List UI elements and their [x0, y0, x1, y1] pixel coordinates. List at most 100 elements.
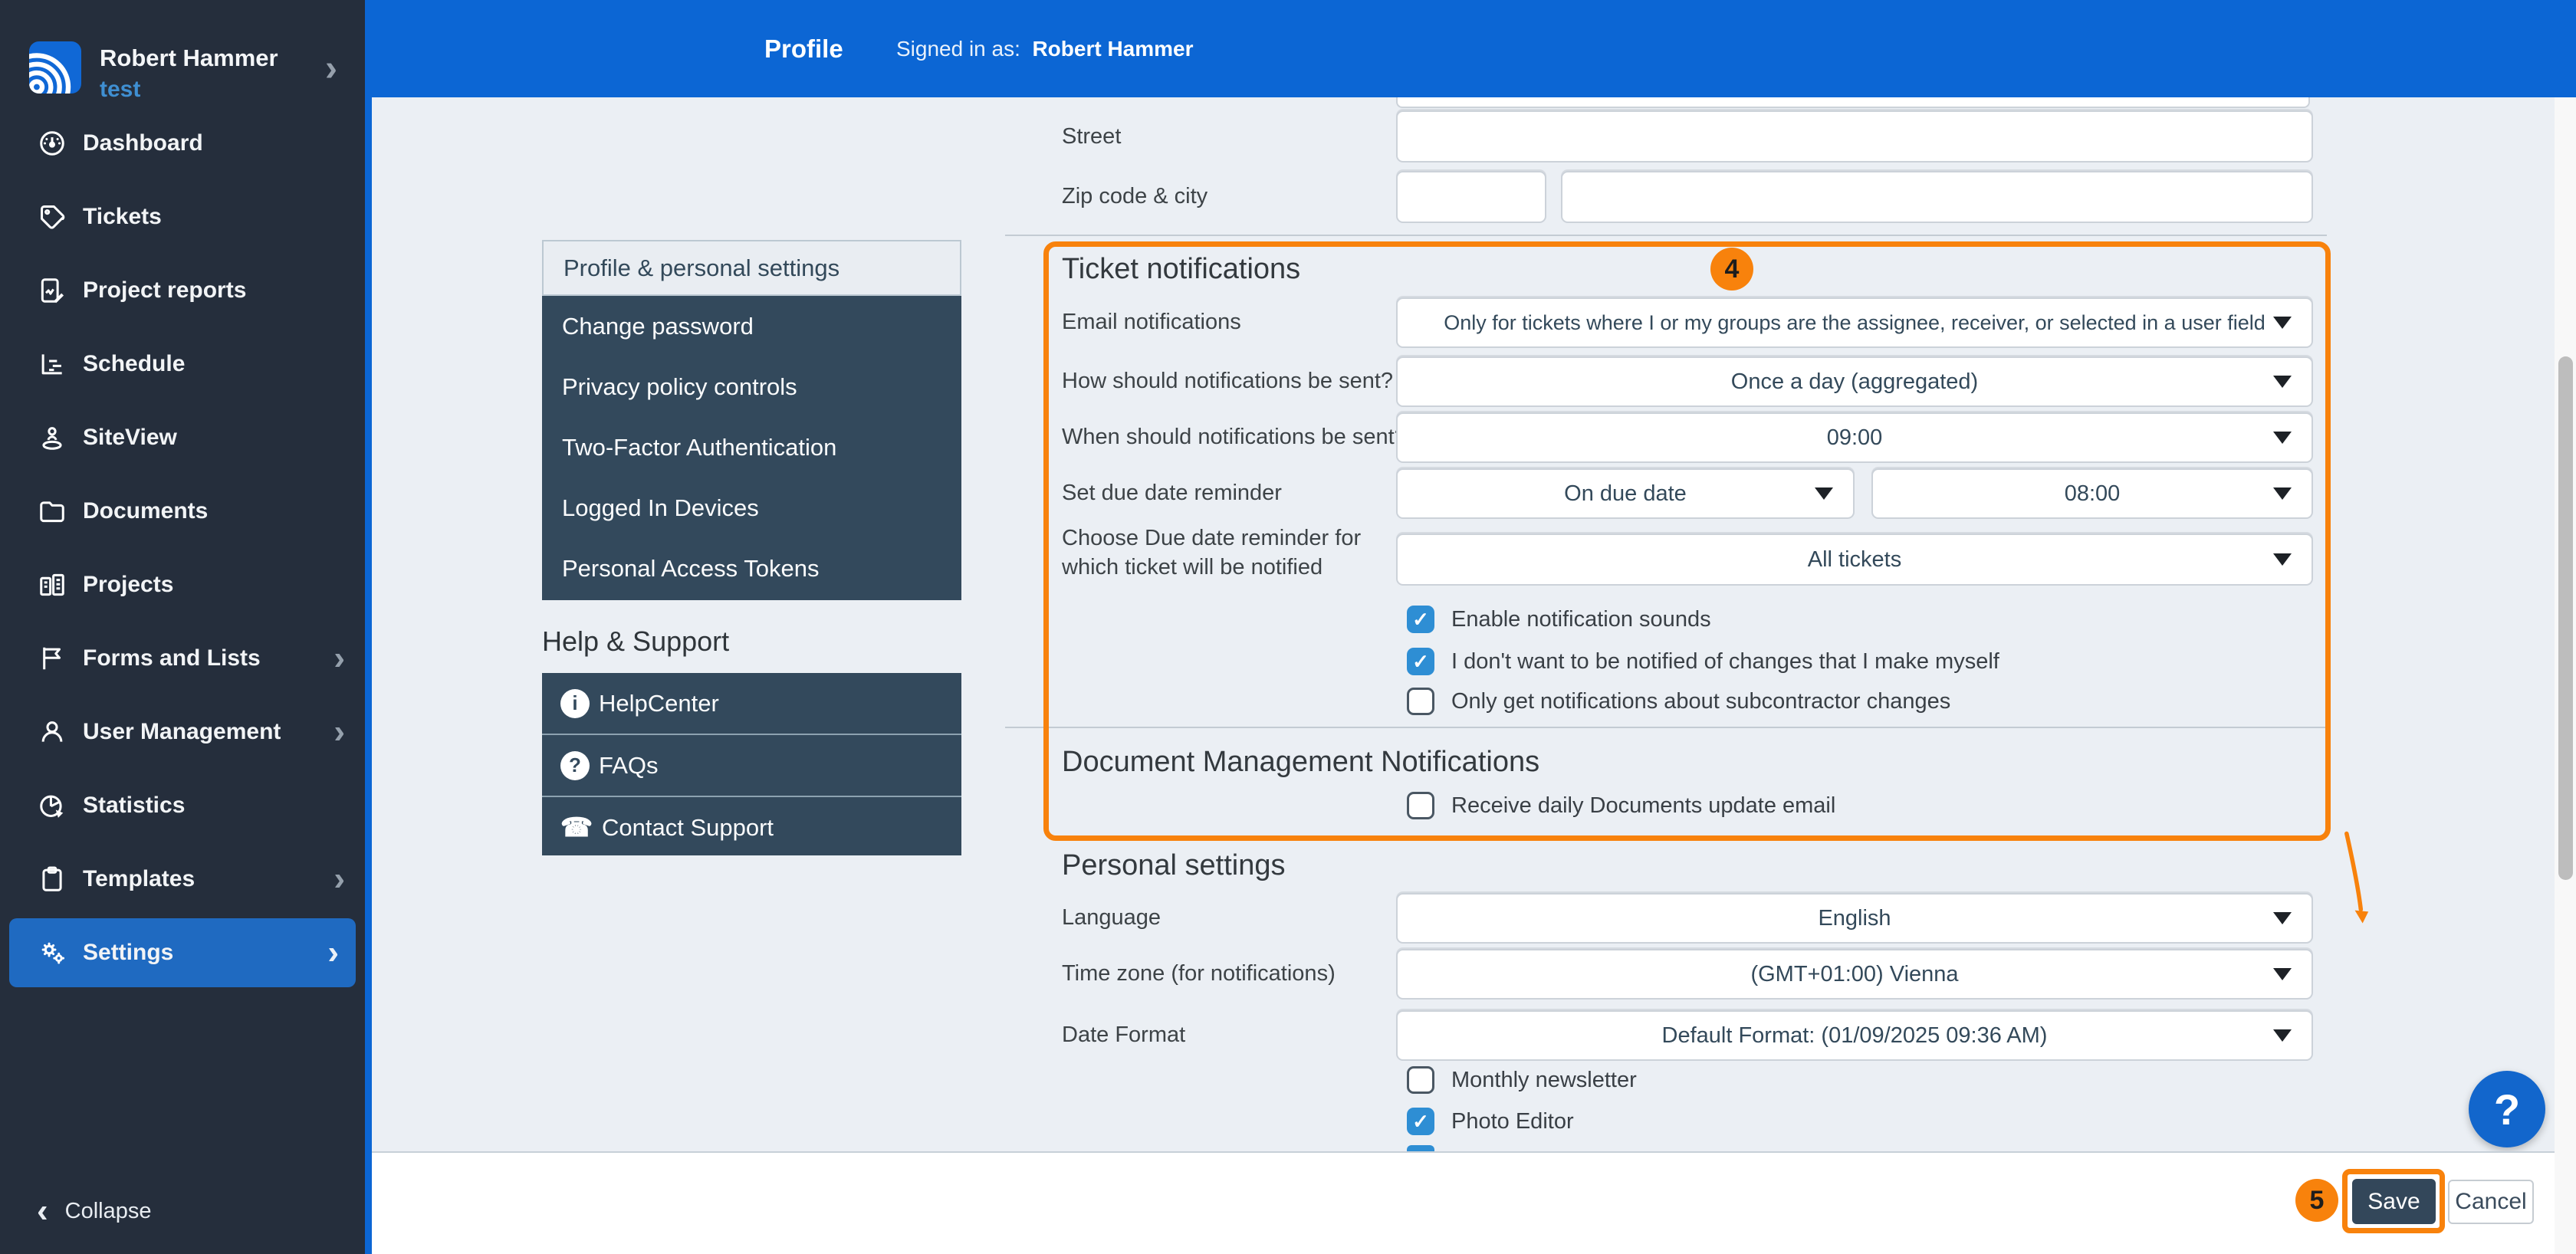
help-support-group: iHelpCenter?FAQs ☎ Contact Support [542, 673, 961, 855]
sidebar-item-statistics[interactable]: Statistics [0, 771, 365, 840]
chevron-down-icon [2273, 317, 2292, 329]
sidebar-item-siteview[interactable]: SiteView [0, 403, 365, 472]
sidebar-item-dashboard[interactable]: Dashboard [0, 109, 365, 178]
project-reports-icon [37, 275, 67, 306]
email-notifications-value: Only for tickets where I or my groups ar… [1398, 299, 2312, 346]
checkbox-unchecked-icon[interactable] [1407, 792, 1434, 819]
checkbox-unchecked-icon[interactable] [1407, 1066, 1434, 1094]
save-button[interactable]: Save [2352, 1179, 2436, 1224]
checkbox-checked-icon[interactable]: ✓ [1407, 1108, 1434, 1135]
checkbox-receive-daily-documents-update-email[interactable]: Receive daily Documents update email [1407, 792, 1835, 819]
choose-due-dropdown[interactable]: All tickets [1396, 533, 2313, 586]
signed-in-prefix: Signed in as: [896, 37, 1020, 61]
help-item-label: Contact Support [602, 814, 774, 842]
checkbox-enable-notification-sounds[interactable]: ✓Enable notification sounds [1407, 606, 1711, 633]
settings-nav-item-two-factor-authentication[interactable]: Two-Factor Authentication [542, 417, 961, 478]
sidebar-item-user-management[interactable]: User Management› [0, 698, 365, 767]
sidebar-item-templates[interactable]: Templates› [0, 845, 365, 914]
sidebar-item-settings[interactable]: Settings› [9, 918, 356, 987]
sidebar-item-documents[interactable]: Documents [0, 477, 365, 546]
checkbox-unchecked-icon[interactable] [1407, 688, 1434, 715]
email-notifications-dropdown[interactable]: Only for tickets where I or my groups ar… [1396, 297, 2313, 348]
settings-nav-item-privacy-policy-controls[interactable]: Privacy policy controls [542, 356, 961, 417]
checkbox-photo-editor[interactable]: ✓Photo Editor [1407, 1108, 1574, 1135]
when-sent-dropdown[interactable]: 09:00 [1396, 412, 2313, 463]
sidebar-item-label: Tickets [83, 204, 162, 230]
topbar: Profile Signed in as: Robert Hammer [372, 0, 2576, 97]
street-input[interactable] [1396, 110, 2313, 162]
due-reminder-label: Set due date reminder [1062, 481, 1282, 506]
chevron-left-icon: ‹ [37, 1196, 48, 1226]
due-mode-value: On due date [1398, 470, 1853, 517]
collapse-button[interactable]: ‹ Collapse [0, 1180, 365, 1242]
personal-settings-heading: Personal settings [1062, 849, 1286, 882]
dashboard-gauge-icon [37, 128, 67, 159]
due-time-dropdown[interactable]: 08:00 [1871, 468, 2313, 519]
cut-off-input [1396, 97, 2310, 108]
chevron-down-icon [1815, 487, 1833, 500]
settings-nav-item-personal-access-tokens[interactable]: Personal Access Tokens [542, 538, 961, 599]
settings-nav-item-label: Two-Factor Authentication [562, 434, 836, 461]
due-time-value: 08:00 [1873, 470, 2312, 517]
sidebar-item-project-reports[interactable]: Project reports [0, 256, 365, 325]
checkbox-i-don-t-want-to-be-notified-of-changes-t[interactable]: ✓I don't want to be notified of changes … [1407, 648, 1999, 675]
settings-nav-active-label: Profile & personal settings [564, 254, 840, 282]
dateformat-label: Date Format [1062, 1023, 1185, 1048]
sidebar-item-label: SiteView [83, 425, 177, 451]
due-mode-dropdown[interactable]: On due date [1396, 468, 1855, 519]
section-divider [1005, 235, 2327, 236]
user-workspace-row[interactable]: Robert Hammer test › [0, 15, 365, 92]
sidebar-item-projects[interactable]: Projects [0, 550, 365, 619]
checkbox-checked-icon[interactable]: ✓ [1407, 648, 1434, 675]
checkbox-checked-icon[interactable]: ✓ [1407, 606, 1434, 633]
help-button[interactable]: ? [2469, 1071, 2545, 1147]
zip-input[interactable] [1396, 171, 1546, 223]
city-input[interactable] [1561, 171, 2313, 223]
dateformat-value: Default Format: (01/09/2025 09:36 AM) [1398, 1012, 2312, 1059]
settings-nav-item-active[interactable]: Profile & personal settings [542, 240, 961, 296]
documents-folder-icon [37, 496, 67, 527]
how-sent-value: Once a day (aggregated) [1398, 358, 2312, 405]
collapse-label: Collapse [65, 1199, 152, 1224]
chevron-down-icon [2273, 553, 2292, 566]
sidebar-item-label: Schedule [83, 351, 185, 377]
sidebar-item-schedule[interactable]: Schedule [0, 330, 365, 399]
language-value: English [1398, 895, 2312, 942]
sidebar-item-label: Projects [83, 572, 173, 598]
cancel-button[interactable]: Cancel [2448, 1180, 2534, 1224]
settings-nav-item-change-password[interactable]: Change password [542, 296, 961, 356]
when-sent-value: 09:00 [1398, 414, 2312, 461]
section-divider [1005, 727, 2327, 728]
checkbox-label: Only get notifications about subcontract… [1451, 689, 1950, 714]
sidebar-item-tickets[interactable]: Tickets [0, 182, 365, 251]
timezone-dropdown[interactable]: (GMT+01:00) Vienna [1396, 949, 2313, 1000]
settings-nav-item-label: Personal Access Tokens [562, 555, 819, 583]
how-sent-dropdown[interactable]: Once a day (aggregated) [1396, 356, 2313, 407]
checkbox-only-get-notifications-about-subcontract[interactable]: Only get notifications about subcontract… [1407, 688, 1950, 715]
chevron-down-icon [2273, 1029, 2292, 1042]
chevron-down-icon [2273, 968, 2292, 980]
settings-nav-item-logged-in-devices[interactable]: Logged In Devices [542, 478, 961, 538]
help-item-helpcenter[interactable]: iHelpCenter [542, 673, 961, 734]
user-name: Robert Hammer [100, 44, 278, 72]
checkbox-monthly-newsletter[interactable]: Monthly newsletter [1407, 1066, 1637, 1094]
language-dropdown[interactable]: English [1396, 893, 2313, 944]
zip-city-label: Zip code & city [1062, 184, 1208, 209]
choose-due-label-line1: Choose Due date reminder for [1062, 526, 1361, 551]
checkbox-label: Monthly newsletter [1451, 1068, 1637, 1093]
chevron-right-icon: › [334, 643, 345, 674]
choose-due-value: All tickets [1398, 535, 2312, 584]
phone-icon: ☎ [560, 813, 593, 842]
help-item-faqs[interactable]: ?FAQs [542, 734, 961, 796]
scrollbar-thumb[interactable] [2558, 356, 2573, 880]
document-notifications-heading: Document Management Notifications [1062, 746, 1539, 779]
choose-due-label-line2: which ticket will be notified [1062, 555, 1322, 580]
settings-nav-item-label: Privacy policy controls [562, 373, 797, 401]
sidebar-accent-strip [365, 0, 372, 1254]
help-item-contact-support[interactable]: ☎ Contact Support [542, 796, 961, 858]
info-circle-icon: i [560, 689, 590, 718]
dateformat-dropdown[interactable]: Default Format: (01/09/2025 09:36 AM) [1396, 1010, 2313, 1061]
statistics-pie-icon [37, 790, 67, 821]
sidebar-item-forms-and-lists[interactable]: Forms and Lists› [0, 624, 365, 693]
ticket-notifications-heading: Ticket notifications [1062, 253, 1300, 286]
